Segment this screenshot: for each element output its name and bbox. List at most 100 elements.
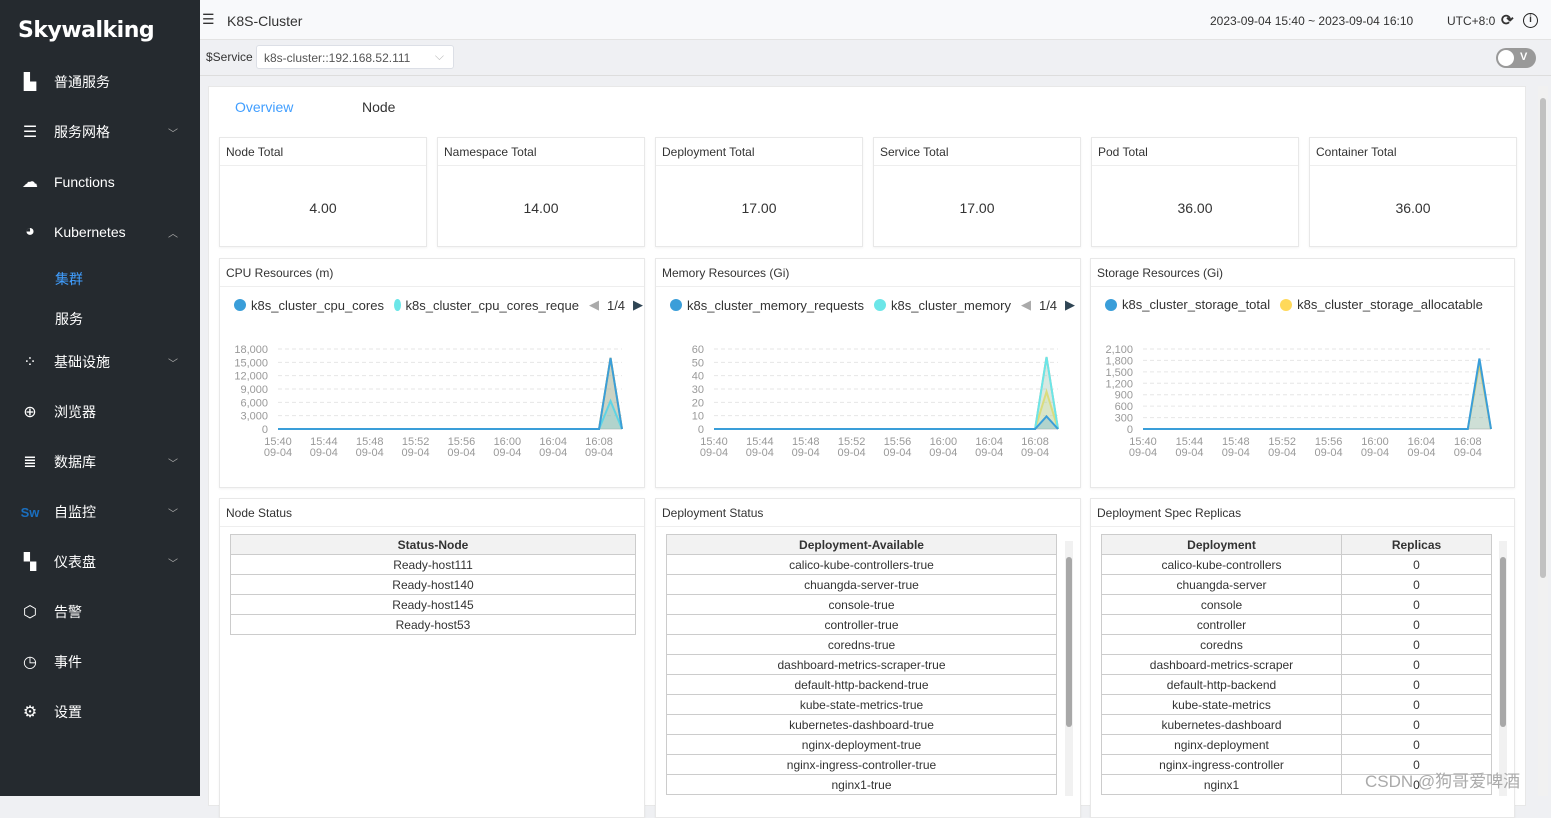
sidebar-item-8[interactable]: ▚ 仪表盘 ﹀ <box>0 542 200 582</box>
y-tick-label: 0 <box>1127 424 1133 436</box>
chart-legend: k8s_cluster_memory_requests k8s_cluster_m… <box>670 297 1075 313</box>
table-scrollbar[interactable] <box>1499 541 1507 796</box>
sidebar-item-label: 浏览器 <box>54 404 96 420</box>
series-area <box>278 357 622 429</box>
table-cell: 0 <box>1341 694 1492 715</box>
y-tick-label: 15,000 <box>234 357 268 369</box>
x-tick-label: 09-04 <box>585 447 613 459</box>
stat-value: 4.00 <box>309 200 337 216</box>
y-tick-label: 9,000 <box>240 384 268 396</box>
series-line <box>278 398 623 430</box>
legend-next-icon[interactable]: ▶ <box>1065 297 1075 313</box>
info-icon[interactable]: i <box>1523 13 1538 28</box>
sidebar-item-10[interactable]: ◷ 事件 <box>0 642 200 682</box>
sidebar-item-0[interactable]: ▙ 普通服务 <box>0 62 200 102</box>
sidebar-item-6[interactable]: ≣ 数据库 ﹀ <box>0 442 200 482</box>
sidebar-item-1[interactable]: ☰ 服务网格 ﹀ <box>0 112 200 152</box>
scroll-thumb[interactable] <box>1500 557 1506 727</box>
table-row: kubernetes-dashboard-true <box>666 714 1057 735</box>
table-row: coredns-true <box>666 634 1057 655</box>
legend-next-icon[interactable]: ▶ <box>633 297 643 313</box>
stat-title: Node Total <box>220 138 426 166</box>
x-tick-label: 09-04 <box>883 447 911 459</box>
tab-node[interactable]: Node <box>362 99 395 115</box>
legend-item[interactable]: k8s_cluster_storage_allocatable <box>1280 297 1483 312</box>
table-cell: kube-state-metrics-true <box>666 694 1057 715</box>
sidebar-subitem-0[interactable]: 集群 <box>55 269 83 289</box>
legend-item[interactable]: k8s_cluster_memory_requests <box>670 298 864 313</box>
sidebar-item-5[interactable]: ⊕ 浏览器 <box>0 392 200 432</box>
page-scrollbar[interactable] <box>1538 86 1548 796</box>
legend-label: k8s_cluster_storage_allocatable <box>1297 297 1483 312</box>
table-cell: controller <box>1101 614 1342 635</box>
x-tick-label: 09-04 <box>975 447 1003 459</box>
legend-prev-icon[interactable]: ◀ <box>1021 297 1031 313</box>
series-line <box>278 357 623 430</box>
table-cell: 0 <box>1341 674 1492 695</box>
x-tick-label: 09-04 <box>792 447 820 459</box>
service-select[interactable]: k8s-cluster::192.168.52.111 ⌵ <box>256 45 454 69</box>
x-tick-label: 09-04 <box>539 447 567 459</box>
legend-item[interactable]: k8s_cluster_cpu_cores <box>234 298 384 313</box>
legend-item[interactable]: k8s_cluster_memory <box>874 298 1011 313</box>
y-tick-label: 2,100 <box>1105 344 1133 356</box>
legend-item[interactable]: k8s_cluster_storage_total <box>1105 297 1270 312</box>
y-tick-label: 600 <box>1115 401 1133 413</box>
table-cell: controller-true <box>666 614 1057 635</box>
table-row: Ready-host53 <box>230 614 636 635</box>
sidebar-item-label: 仪表盘 <box>54 554 96 570</box>
table-cell: 0 <box>1341 734 1492 755</box>
chart-title: Storage Resources (Gi) <box>1091 259 1514 287</box>
sidebar-item-label: 告警 <box>54 604 82 620</box>
sidebar-item-label: 基础设施 <box>54 354 110 370</box>
table-row: default-http-backend-true <box>666 674 1057 695</box>
table-row: nginx-ingress-controller-true <box>666 754 1057 775</box>
legend-dot <box>1280 298 1293 311</box>
stat-title: Pod Total <box>1092 138 1298 166</box>
sidebar-item-7[interactable]: Sw 自监控 ﹀ <box>0 492 200 532</box>
x-tick-label: 09-04 <box>356 447 384 459</box>
sidebar-subitem-1[interactable]: 服务 <box>55 309 83 329</box>
scroll-thumb[interactable] <box>1066 557 1072 727</box>
page-scroll-thumb[interactable] <box>1540 98 1546 578</box>
table-cell: nginx-ingress-controller <box>1101 754 1342 775</box>
series-area <box>278 401 622 429</box>
table-cell: 0 <box>1341 554 1492 575</box>
column-header: Replicas <box>1341 534 1492 555</box>
x-tick-label: 09-04 <box>310 447 338 459</box>
table-cell: Ready-host111 <box>230 554 636 575</box>
table-row: default-http-backend 0 <box>1101 674 1492 695</box>
watermark: CSDN @狗哥爱啤酒 <box>1365 772 1521 791</box>
column-header: Deployment <box>1101 534 1342 555</box>
sidebar-item-3[interactable]: ◕ Kubernetes ︿ <box>0 212 200 252</box>
collapse-menu-icon[interactable]: ☰ <box>202 11 215 28</box>
table-scrollbar[interactable] <box>1065 541 1073 796</box>
refresh-icon[interactable]: ⟳ <box>1501 11 1514 29</box>
legend-item[interactable]: k8s_cluster_cpu_cores_reque <box>393 298 579 313</box>
sidebar-item-9[interactable]: ⬡ 告警 <box>0 592 200 632</box>
time-range[interactable]: 2023-09-04 15:40 ~ 2023-09-04 16:10 <box>1210 14 1413 28</box>
legend-prev-icon[interactable]: ◀ <box>589 297 599 313</box>
tab-overview[interactable]: Overview <box>235 99 293 115</box>
y-tick-label: 60 <box>692 344 704 356</box>
table-cell: kube-state-metrics <box>1101 694 1342 715</box>
sidebar-item-11[interactable]: ⚙ 设置 <box>0 692 200 732</box>
y-tick-label: 1,800 <box>1105 355 1133 367</box>
legend-dot <box>1105 298 1117 311</box>
series-line <box>278 357 623 430</box>
table-row: dashboard-metrics-scraper-true <box>666 654 1057 675</box>
sidebar-item-2[interactable]: ☁ Functions <box>0 162 200 202</box>
table-title: Deployment Status <box>656 499 1080 527</box>
sidebar-item-4[interactable]: ⁘ 基础设施 ﹀ <box>0 342 200 382</box>
x-tick-label: 09-04 <box>1129 447 1157 459</box>
series-area <box>714 416 1058 429</box>
visual-toggle[interactable]: V <box>1496 48 1536 68</box>
legend-dot <box>670 299 682 311</box>
timezone: UTC+8:0 <box>1447 14 1496 28</box>
table-row: Ready-host145 <box>230 594 636 615</box>
toggle-knob <box>1498 50 1514 66</box>
table-row: chuangda-server 0 <box>1101 574 1492 595</box>
gear-icon: ⚙ <box>22 704 38 721</box>
series-area <box>278 357 622 429</box>
y-tick-label: 30 <box>692 384 704 396</box>
